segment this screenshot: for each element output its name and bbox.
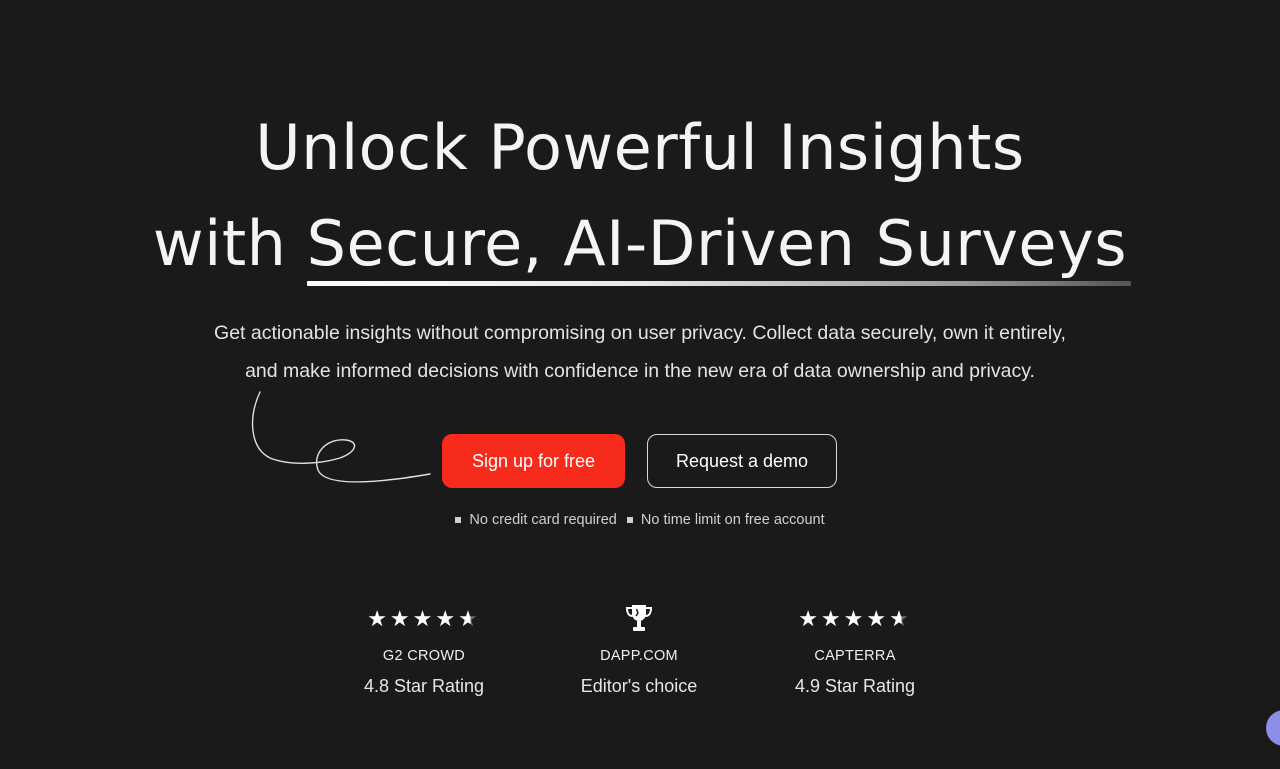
note-text: No credit card required [469,512,617,528]
chat-widget-button[interactable] [1266,710,1280,746]
half-star-icon: ★ [889,606,912,632]
stars-icon: ★★★★ ★ [798,606,912,632]
square-bullet-icon [455,517,462,523]
headline-highlight-text: Secure, AI-Driven Surveys [306,207,1128,280]
rating-source: DAPP.COM [600,648,678,664]
stars-icon: ★★★★ ★ [367,606,481,632]
headline-line-1: Unlock Powerful Insights [255,111,1025,184]
landing-hero: Unlock Powerful Insights with Secure, AI… [0,0,1280,769]
subtitle-line-1: Get actionable insights without compromi… [214,322,1066,344]
trophy-icon [529,602,749,636]
request-demo-button[interactable]: Request a demo [647,434,837,488]
headline-prefix: with [152,207,307,280]
headline-line-2: with Secure, AI-Driven Surveys [0,196,1280,292]
rating-description: 4.8 Star Rating [363,676,485,696]
ratings-row: ★★★★ ★ G2 CROWD 4.8 Star Rating DAPP.COM … [0,602,1280,712]
squiggle-arrow-icon [251,391,431,483]
rating-description: 4.9 Star Rating [794,676,916,696]
rating-description: Editor's choice [580,676,698,696]
rating-source: CAPTERRA [814,648,896,664]
rating-source: G2 CROWD [382,648,466,664]
note-no-time-limit: No time limit on free account [626,512,825,528]
rating-g2-crowd: ★★★★ ★ G2 CROWD 4.8 Star Rating [314,602,534,697]
rating-dapp: DAPP.COM Editor's choice [529,602,749,697]
signup-notes: No credit card required No time limit on… [0,512,1280,528]
sign-up-button[interactable]: Sign up for free [442,434,625,488]
note-text: No time limit on free account [640,512,825,528]
subtitle-line-2: and make informed decisions with confide… [245,360,1035,382]
headline-highlight: Secure, AI-Driven Surveys [306,196,1132,292]
headline-underline [306,281,1132,286]
hero-subtitle: Get actionable insights without compromi… [120,314,1160,390]
hero-headline: Unlock Powerful Insights with Secure, AI… [0,100,1280,292]
rating-capterra: ★★★★ ★ CAPTERRA 4.9 Star Rating [745,602,965,697]
square-bullet-icon [626,517,633,523]
note-no-credit-card: No credit card required [455,512,617,528]
half-star-icon: ★ [458,606,481,632]
